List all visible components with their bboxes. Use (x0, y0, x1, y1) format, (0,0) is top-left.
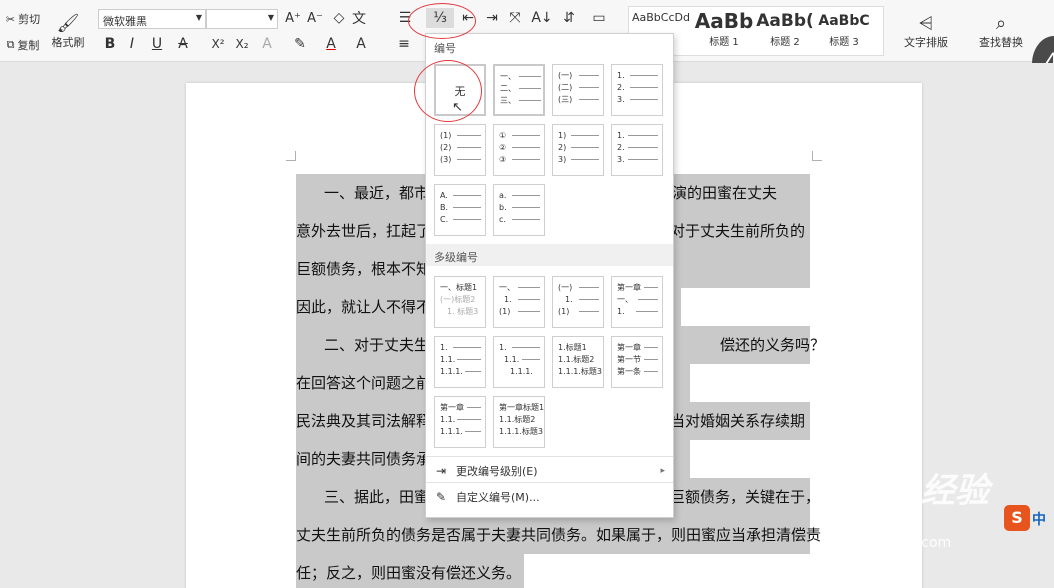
change-level-menu-item[interactable]: ⇥ 更改编号级别(E) ▸ (426, 458, 673, 484)
margin-corner (286, 151, 296, 161)
chevron-down-icon: ▼ (195, 13, 202, 22)
section-label-numbering: 编号 (434, 42, 456, 55)
doc-line: 任；反之，则田蜜没有偿还义务。 (296, 554, 524, 588)
font-color-button[interactable]: A (320, 34, 342, 54)
scissors-icon: ✂ (5, 12, 16, 26)
chevron-right-icon: ▸ (660, 466, 665, 476)
sort-icon[interactable]: A↓ (531, 8, 552, 28)
numbering-tile[interactable]: (一) (二) (三) (552, 64, 604, 116)
text-layout-icon: ⩤ (918, 12, 934, 34)
numbering-tile[interactable]: ① ② ③ (493, 124, 545, 176)
bold-button[interactable]: B (102, 34, 118, 54)
sogou-icon: S (1004, 505, 1030, 531)
multilevel-tile[interactable]: (一) 1. (1) (552, 276, 604, 328)
format-painter-button[interactable]: 🖌 格式刷 (50, 6, 86, 56)
numbering-tile[interactable]: 1. 2. 3. (611, 64, 663, 116)
line-spacing-icon[interactable]: ⇵ (558, 8, 580, 28)
char-shading-icon[interactable]: A (350, 34, 372, 54)
multilevel-tile[interactable]: 第一章标题1 1.1.标题2 1.1.1.标题3 (493, 396, 545, 448)
grow-font-button[interactable]: A⁺ (284, 8, 302, 28)
pencil-icon: ✎ (435, 490, 447, 504)
ime-tag: 中 (1032, 512, 1046, 528)
copy-icon: ⧉ (6, 38, 15, 51)
increase-indent-icon[interactable]: ⇥ (482, 8, 502, 28)
style-heading-1[interactable]: AaBb 标题 1 (693, 9, 755, 48)
tab-marks-icon[interactable]: ▭ (588, 8, 610, 28)
numbering-tile[interactable]: 1. 2. 3. (611, 124, 663, 176)
multilevel-tile[interactable]: 1. 1.1. 1.1.1. (493, 336, 545, 388)
multilevel-tile[interactable]: 第一章 第一节 第一条 (611, 336, 663, 388)
shrink-font-button[interactable]: A⁻ (306, 8, 324, 28)
font-name-select[interactable]: 微软雅黑 ▼ (98, 9, 206, 29)
text-layout-button[interactable]: ⩤ 文字排版 (896, 8, 956, 54)
multilevel-tile[interactable]: 第一章 1.1. 1.1.1. (434, 396, 486, 448)
brush-icon: 🖌 (56, 12, 80, 34)
text-effect-button[interactable]: A (256, 34, 278, 54)
multilevel-tile[interactable]: 1. 1.1. 1.1.1. (434, 336, 486, 388)
annotation-circle (408, 3, 476, 39)
chevron-down-icon: ▼ (267, 13, 274, 22)
baidu-watermark: Baidu经验 (812, 471, 990, 511)
style-heading-3[interactable]: AaBbC 标题 3 (815, 13, 873, 48)
style-heading-2[interactable]: AaBb( 标题 2 (755, 11, 815, 48)
clear-format-icon[interactable]: ◇ (330, 8, 348, 28)
custom-numbering-menu-item[interactable]: ✎ 自定义编号(M)... (426, 484, 673, 510)
underline-button[interactable]: U (146, 34, 168, 54)
section-label-multilevel: 多级编号 (434, 251, 478, 264)
pinyin-icon[interactable]: 文 (350, 8, 368, 28)
numbering-tile[interactable]: a. b. c. (493, 184, 545, 236)
search-icon: ⌕ (995, 12, 1007, 34)
italic-button[interactable]: I (124, 34, 140, 54)
multilevel-tile[interactable]: 1.标题1 1.1.标题2 1.1.1.标题3 (552, 336, 604, 388)
subscript-button[interactable]: X₂ (232, 34, 252, 54)
multilevel-tile[interactable]: 一、标题1 (一)标题2 1. 标题3 (434, 276, 486, 328)
menu-divider (426, 482, 673, 483)
copy-button[interactable]: ⧉ 复制 (0, 36, 46, 54)
find-replace-button[interactable]: ⌕ 查找替换 (970, 8, 1032, 54)
numbering-tile[interactable]: (1) (2) (3) (434, 124, 486, 176)
cut-button[interactable]: ✂ 剪切 (0, 10, 46, 28)
level-icon: ⇥ (435, 464, 447, 478)
numbering-tile[interactable]: 一、 二、 三、 (493, 64, 545, 116)
section-header-bg: 多级编号 (426, 244, 673, 266)
numbering-tile[interactable]: 1) 2) 3) (552, 124, 604, 176)
superscript-button[interactable]: X² (208, 34, 228, 54)
multilevel-tile[interactable]: 第一章 一、 1. (611, 276, 663, 328)
highlight-icon[interactable]: ✎ (286, 34, 314, 54)
watermark-url: jingyan.baidu.com (822, 535, 952, 551)
font-size-select[interactable]: ▼ (206, 9, 278, 29)
style-normal[interactable]: AaBbCcDd (631, 11, 691, 30)
align-left-icon[interactable]: ≡ (394, 34, 414, 54)
numbering-tile[interactable]: A. B. C. (434, 184, 486, 236)
strikethrough-button[interactable]: A (172, 34, 194, 54)
doc-line: 丈夫生前所负的债务是否属于夫妻共同债务。如果属于，则田蜜应当承担清偿责 (296, 516, 821, 554)
chinese-layout-icon[interactable]: ⤧ (504, 8, 526, 28)
multilevel-tile[interactable]: 一、 1. (1) (493, 276, 545, 328)
margin-corner (812, 151, 822, 161)
annotation-circle (414, 60, 482, 122)
menu-divider (426, 456, 673, 457)
